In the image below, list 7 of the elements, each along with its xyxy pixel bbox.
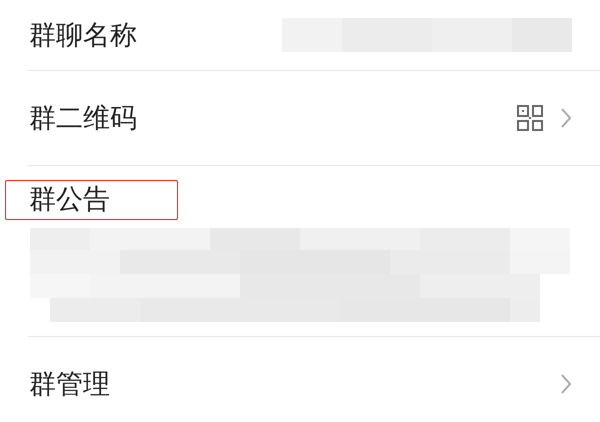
qr-code-icon[interactable]	[516, 104, 544, 132]
row-label: 群二维码	[28, 102, 138, 136]
chevron-right-icon[interactable]	[560, 373, 572, 395]
row-label: 群管理	[28, 368, 111, 402]
row-label: 群公告	[5, 180, 178, 220]
chevron-right-icon[interactable]	[560, 107, 572, 129]
row-label: 群聊名称	[28, 19, 138, 53]
